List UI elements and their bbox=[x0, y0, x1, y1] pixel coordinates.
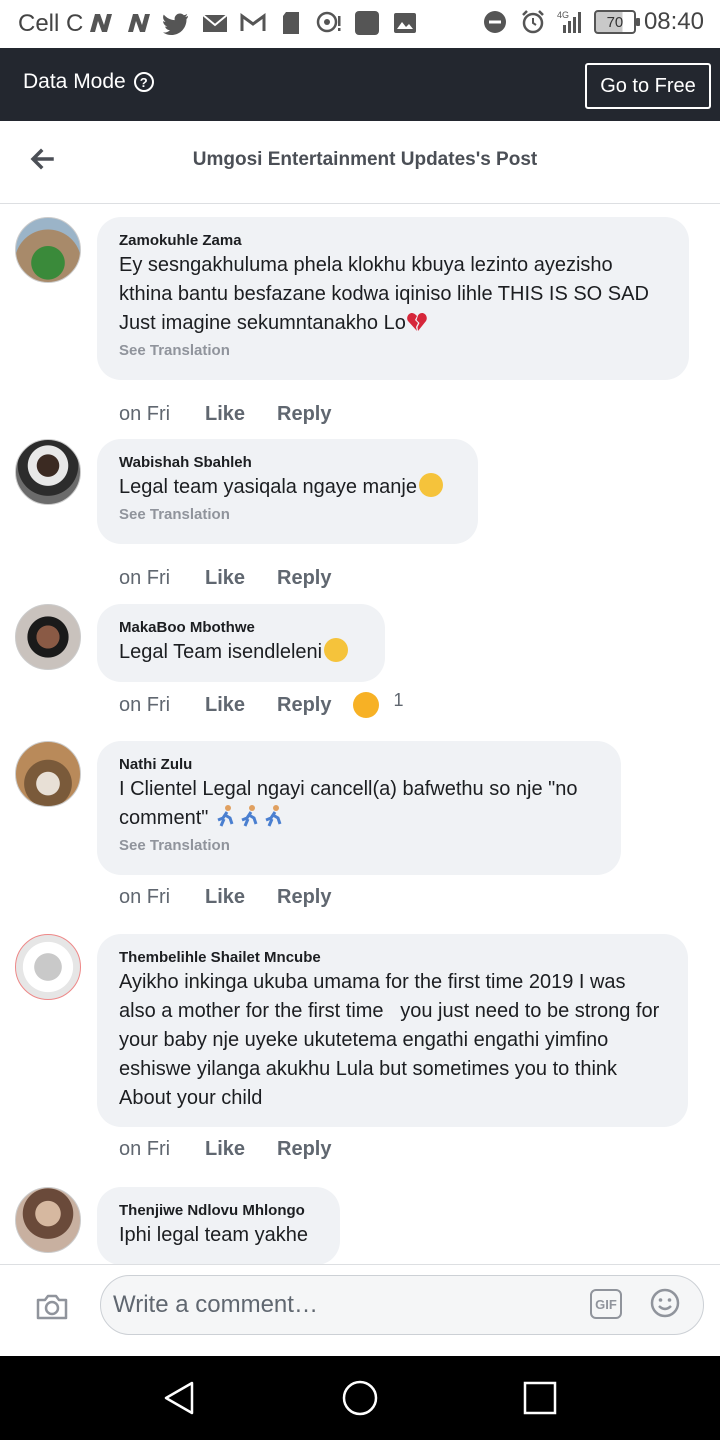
comment-time[interactable]: on Fri bbox=[119, 886, 205, 909]
emoji-icon[interactable] bbox=[649, 1287, 681, 1319]
comment-author[interactable]: Wabishah Sbahleh bbox=[119, 453, 456, 473]
reaction-count: 1 bbox=[393, 689, 404, 710]
notification-icons bbox=[86, 10, 420, 36]
avatar[interactable] bbox=[15, 439, 81, 505]
page-title: Umgosi Entertainment Updates's Post bbox=[192, 149, 538, 170]
go-to-free-button[interactable]: Go to Free bbox=[585, 63, 711, 109]
comment-bubble: Wabishah Sbahleh Legal team yasiqala nga… bbox=[97, 439, 478, 544]
avatar[interactable] bbox=[15, 934, 81, 1000]
comment-time[interactable]: on Fri bbox=[119, 694, 205, 717]
network-type: 4G bbox=[557, 10, 569, 20]
status-right: 4G 70 08:40 bbox=[480, 8, 704, 36]
comment-author[interactable]: Nathi Zulu bbox=[119, 755, 599, 775]
news-n-icon bbox=[124, 10, 154, 36]
see-translation-link[interactable]: See Translation bbox=[119, 837, 599, 854]
comment-text: I Clientel Legal ngayi cancell(a) bafwet… bbox=[119, 775, 599, 833]
comment-text: Ayikho inkinga ukuba umama for the first… bbox=[119, 971, 665, 1109]
like-button[interactable]: Like bbox=[205, 886, 277, 909]
data-mode-label: Data Mode bbox=[23, 70, 126, 93]
news-n-icon bbox=[86, 10, 116, 36]
nav-back-icon[interactable] bbox=[160, 1378, 200, 1418]
gmail-icon bbox=[238, 10, 268, 36]
post-header: Umgosi Entertainment Updates's Post bbox=[0, 121, 720, 204]
comment-time[interactable]: on Fri bbox=[119, 567, 205, 590]
image-icon bbox=[390, 10, 420, 36]
running-man-emoji bbox=[217, 805, 234, 827]
running-man-emoji bbox=[265, 805, 282, 827]
comment-bubble: Nathi Zulu I Clientel Legal ngayi cancel… bbox=[97, 741, 621, 875]
reply-button[interactable]: Reply bbox=[277, 567, 331, 590]
data-mode-bar: Data Mode ? Go to Free bbox=[0, 48, 720, 121]
avatar[interactable] bbox=[15, 217, 81, 283]
clock: 08:40 bbox=[643, 8, 704, 35]
comment-author[interactable]: Thembelihle Shailet Mncube bbox=[119, 948, 666, 968]
comment-time[interactable]: on Fri bbox=[119, 403, 205, 426]
gif-icon[interactable]: GIF bbox=[590, 1289, 622, 1319]
twitter-icon bbox=[162, 10, 192, 36]
like-button[interactable]: Like bbox=[205, 1138, 277, 1161]
carrier-label: Cell C bbox=[18, 10, 84, 37]
nav-home-icon[interactable] bbox=[340, 1378, 380, 1418]
comment-text-content: I Clientel Legal ngayi cancell(a) bafwet… bbox=[119, 778, 584, 829]
reply-button[interactable]: Reply bbox=[277, 694, 331, 717]
avatar[interactable] bbox=[15, 604, 81, 670]
see-translation-link[interactable]: See Translation bbox=[119, 342, 667, 359]
app-square-icon bbox=[352, 10, 382, 36]
reply-button[interactable]: Reply bbox=[277, 886, 331, 909]
comment-text-content: Ey sesngakhuluma phela klokhu kbuya lezi… bbox=[119, 254, 655, 334]
comment-text: Ey sesngakhuluma phela klokhu kbuya lezi… bbox=[119, 251, 667, 338]
signal-icon: 4G bbox=[556, 9, 586, 35]
thinking-face-emoji bbox=[418, 473, 443, 497]
comment-text-content: Legal Team isendleleni bbox=[119, 641, 323, 663]
comments-list[interactable]: Zamokuhle Zama Ey sesngakhuluma phela kl… bbox=[0, 204, 720, 1264]
like-button[interactable]: Like bbox=[205, 694, 277, 717]
comment-bubble: Thenjiwe Ndlovu Mhlongo Iphi legal team … bbox=[97, 1187, 340, 1264]
comment-actions: on Fri Like Reply bbox=[119, 567, 331, 590]
comment-bubble: MakaBoo Mbothwe Legal Team isendleleni bbox=[97, 604, 385, 682]
comment-time[interactable]: on Fri bbox=[119, 1138, 205, 1161]
status-bar: Cell C 4G 70 08:40 bbox=[0, 0, 720, 48]
comment-actions: on Fri Like Reply bbox=[119, 403, 331, 426]
like-button[interactable]: Like bbox=[205, 403, 277, 426]
do-not-disturb-icon bbox=[480, 9, 510, 35]
comment-bubble: Zamokuhle Zama Ey sesngakhuluma phela kl… bbox=[97, 217, 689, 380]
avatar[interactable] bbox=[15, 741, 81, 807]
comment-actions: on Fri Like Reply bbox=[119, 1138, 331, 1161]
comment-text: Legal team yasiqala ngaye manje bbox=[119, 473, 456, 502]
comment-actions: on Fri Like Reply 1 bbox=[119, 689, 404, 718]
comment-author[interactable]: Zamokuhle Zama bbox=[119, 231, 667, 251]
see-translation-link[interactable]: See Translation bbox=[119, 506, 456, 523]
comment-composer: GIF bbox=[0, 1264, 720, 1356]
comment-text-content: Legal team yasiqala ngaye manje bbox=[119, 476, 417, 498]
like-button[interactable]: Like bbox=[205, 567, 277, 590]
comment-author[interactable]: Thenjiwe Ndlovu Mhlongo bbox=[119, 1201, 318, 1221]
help-icon[interactable]: ? bbox=[133, 72, 154, 92]
reply-button[interactable]: Reply bbox=[277, 403, 331, 426]
broken-heart-emoji bbox=[407, 313, 427, 331]
sd-card-icon bbox=[276, 10, 306, 36]
nav-recents-icon[interactable] bbox=[520, 1378, 560, 1418]
comment-text: Iphi legal team yakhe bbox=[119, 1224, 309, 1246]
reply-button[interactable]: Reply bbox=[277, 1138, 331, 1161]
hotspot-icon bbox=[314, 10, 344, 36]
running-man-emoji bbox=[241, 805, 258, 827]
rofl-emoji bbox=[324, 638, 349, 662]
comment-text: Legal Team isendleleni bbox=[119, 638, 363, 667]
avatar[interactable] bbox=[15, 1187, 81, 1253]
data-mode-label-group[interactable]: Data Mode ? bbox=[23, 70, 154, 94]
reaction-summary[interactable]: 1 bbox=[353, 689, 404, 718]
alarm-icon bbox=[518, 9, 548, 35]
camera-icon[interactable] bbox=[34, 1289, 70, 1325]
haha-reaction-icon bbox=[353, 692, 380, 718]
comment-actions: on Fri Like Reply bbox=[119, 886, 331, 909]
mail-icon bbox=[200, 10, 230, 36]
comment-bubble: Thembelihle Shailet Mncube Ayikho inking… bbox=[97, 934, 688, 1127]
comment-author[interactable]: MakaBoo Mbothwe bbox=[119, 618, 363, 638]
system-nav-bar bbox=[0, 1356, 720, 1440]
battery-indicator: 70 bbox=[593, 10, 640, 34]
